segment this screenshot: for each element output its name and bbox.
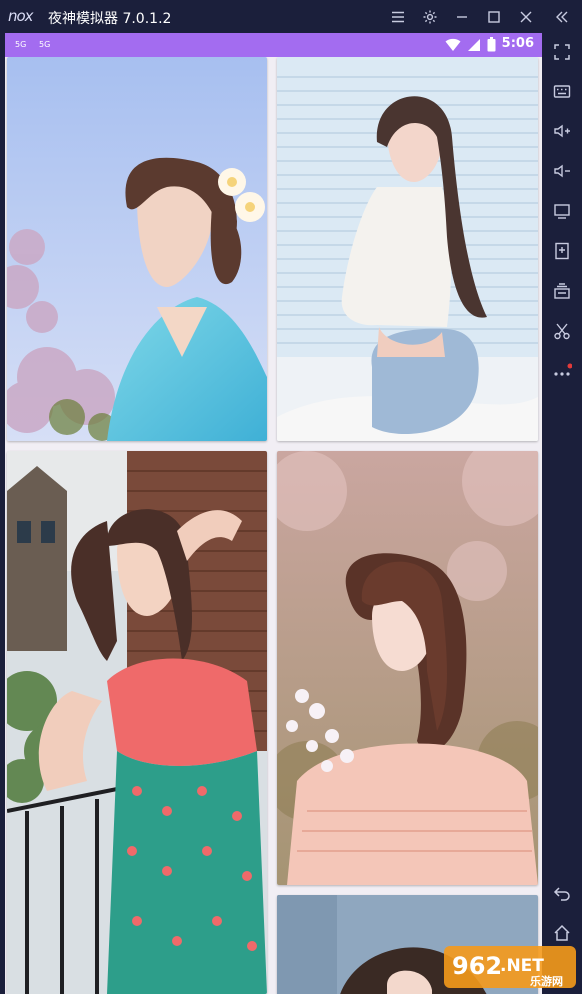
- signal-label-2: 5G: [39, 40, 51, 49]
- photo-card-3[interactable]: [7, 451, 267, 994]
- maximize-icon[interactable]: [481, 4, 507, 30]
- site-watermark-logo: 962 .NET 乐游网: [442, 944, 578, 990]
- settings-gear-icon[interactable]: [417, 4, 443, 30]
- multi-instance-icon[interactable]: [550, 279, 574, 303]
- photo-kimono-girl: [7, 57, 267, 441]
- close-icon[interactable]: [513, 4, 539, 30]
- photo-sweater-girl: [277, 57, 538, 441]
- photo-pink-dress-girl: [277, 451, 538, 885]
- wifi-icon: [445, 37, 461, 56]
- status-time: 5:06: [501, 36, 534, 51]
- battery-icon: [487, 37, 496, 56]
- fullscreen-icon[interactable]: [550, 40, 574, 64]
- android-status-bar: 5G 5G 5:06: [5, 33, 542, 57]
- photo-card-2[interactable]: [277, 57, 538, 441]
- volume-up-icon[interactable]: [550, 119, 574, 143]
- menu-icon[interactable]: [385, 4, 411, 30]
- watermark-brand: 962: [452, 952, 502, 980]
- emulator-sidebar: [542, 33, 582, 994]
- home-icon[interactable]: [550, 921, 574, 945]
- title-bar: nox 夜神模拟器 7.0.1.2: [0, 0, 582, 33]
- nox-logo: nox: [8, 7, 34, 25]
- apk-install-icon[interactable]: [550, 239, 574, 263]
- screen-icon[interactable]: [550, 199, 574, 223]
- collapse-sidebar-icon[interactable]: [549, 4, 575, 30]
- volume-down-icon[interactable]: [550, 159, 574, 183]
- cell-signal-icon: [467, 37, 481, 56]
- more-options-icon[interactable]: [550, 359, 574, 383]
- scissors-icon[interactable]: [550, 319, 574, 343]
- keyboard-icon[interactable]: [550, 79, 574, 103]
- photo-card-1[interactable]: [7, 57, 267, 441]
- photo-dress-girl: [7, 451, 267, 994]
- phone-screen: [5, 57, 542, 994]
- photo-card-4[interactable]: [277, 451, 538, 885]
- back-icon[interactable]: [550, 881, 574, 905]
- minimize-icon[interactable]: [449, 4, 475, 30]
- window-title: 夜神模拟器 7.0.1.2: [48, 11, 172, 27]
- signal-label-1: 5G: [15, 40, 27, 49]
- watermark-sub: 乐游网: [530, 974, 563, 988]
- watermark-suffix: .NET: [500, 956, 544, 976]
